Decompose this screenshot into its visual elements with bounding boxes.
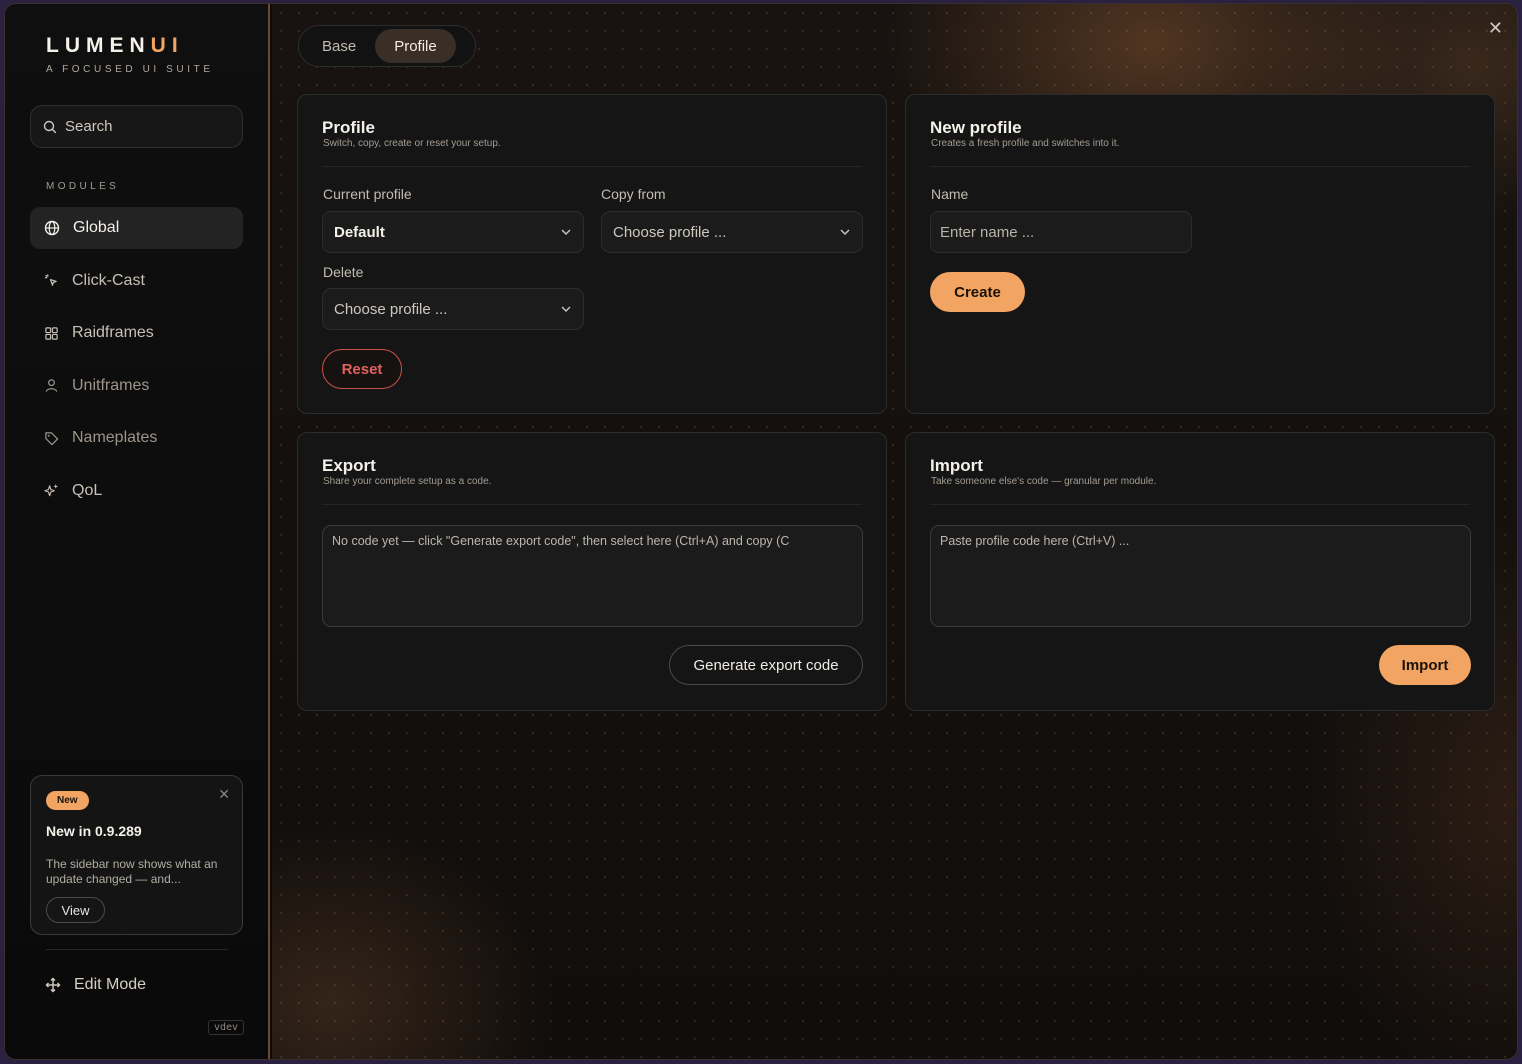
sidebar-divider bbox=[46, 949, 228, 950]
brand-name: LUMEN bbox=[46, 34, 151, 57]
edit-mode-label: Edit Mode bbox=[74, 976, 147, 993]
whats-new-card: New ✕ New in 0.9.289 The sidebar now sho… bbox=[30, 775, 243, 935]
user-icon bbox=[45, 379, 58, 392]
sidebar-item-label: Global bbox=[73, 219, 120, 236]
version-badge: vdev bbox=[208, 1020, 245, 1035]
search-icon bbox=[43, 120, 57, 133]
sidebar: LUMENUI A FOCUSED UI SUITE Search MODULE… bbox=[5, 4, 270, 1059]
close-window-icon[interactable]: ✕ bbox=[1488, 18, 1503, 39]
card-subtitle: Share your complete setup as a code. bbox=[323, 476, 492, 487]
card-title: Export bbox=[322, 456, 376, 475]
sidebar-item-qol[interactable]: QoL bbox=[30, 470, 243, 512]
chevron-down-icon bbox=[561, 306, 571, 312]
brand-title: LUMENUI bbox=[46, 34, 214, 58]
sidebar-item-unitframes[interactable]: Unitframes bbox=[30, 365, 243, 407]
new-profile-card: New profile Creates a fresh profile and … bbox=[905, 94, 1495, 414]
card-subtitle: Creates a fresh profile and switches int… bbox=[931, 138, 1120, 149]
app-window: LUMENUI A FOCUSED UI SUITE Search MODULE… bbox=[4, 3, 1518, 1060]
create-button[interactable]: Create bbox=[930, 272, 1025, 312]
globe-icon bbox=[44, 220, 60, 236]
export-card: Export Share your complete setup as a co… bbox=[297, 432, 887, 711]
delete-profile-select[interactable]: Choose profile ... bbox=[322, 288, 584, 330]
sidebar-item-label: Unitframes bbox=[72, 376, 150, 394]
sidebar-item-label: Raidframes bbox=[72, 324, 154, 341]
news-text: The sidebar now shows what an update cha… bbox=[46, 857, 218, 886]
card-title: New profile bbox=[930, 118, 1022, 137]
chevron-down-icon bbox=[561, 229, 571, 235]
copy-from-select[interactable]: Choose profile ... bbox=[601, 211, 863, 253]
modules-section-label: MODULES bbox=[46, 181, 120, 192]
generate-export-code-button[interactable]: Generate export code bbox=[669, 645, 863, 685]
sidebar-item-label: QoL bbox=[72, 481, 103, 499]
card-divider bbox=[322, 504, 862, 505]
card-divider bbox=[930, 504, 1470, 505]
copy-from-label: Copy from bbox=[601, 186, 666, 202]
edit-mode-button[interactable]: Edit Mode bbox=[45, 976, 146, 994]
card-title: Import bbox=[930, 456, 983, 475]
grid-icon bbox=[45, 326, 58, 340]
sparkles-icon bbox=[44, 483, 59, 497]
sidebar-item-click-cast[interactable]: Click-Cast bbox=[30, 260, 243, 302]
sidebar-item-label: Nameplates bbox=[72, 429, 158, 446]
close-icon[interactable]: ✕ bbox=[218, 786, 230, 803]
tab-base[interactable]: Base bbox=[303, 29, 375, 63]
import-code-textarea[interactable]: Paste profile code here (Ctrl+V) ... bbox=[930, 525, 1471, 627]
current-profile-select[interactable]: Default bbox=[322, 211, 584, 253]
brand-tagline: A FOCUSED UI SUITE bbox=[46, 64, 214, 75]
search-placeholder: Search bbox=[65, 118, 113, 135]
import-button[interactable]: Import bbox=[1379, 645, 1471, 685]
news-title: New in 0.9.289 bbox=[46, 823, 142, 839]
profile-name-input[interactable]: Enter name ... bbox=[930, 211, 1192, 253]
tab-profile[interactable]: Profile bbox=[375, 29, 456, 63]
profile-card: Profile Switch, copy, create or reset yo… bbox=[297, 94, 887, 414]
sidebar-item-label: Click-Cast bbox=[72, 271, 145, 289]
brand: LUMENUI A FOCUSED UI SUITE bbox=[46, 34, 214, 75]
delete-label: Delete bbox=[323, 264, 364, 280]
name-label: Name bbox=[931, 186, 969, 202]
name-placeholder: Enter name ... bbox=[940, 223, 1035, 241]
card-subtitle: Take someone else's code — granular per … bbox=[931, 476, 1157, 487]
delete-placeholder: Choose profile ... bbox=[334, 300, 448, 318]
search-input[interactable]: Search bbox=[30, 105, 243, 148]
card-title: Profile bbox=[322, 118, 375, 137]
card-divider bbox=[322, 166, 862, 167]
import-card: Import Take someone else's code — granul… bbox=[905, 432, 1495, 711]
sidebar-item-nameplates[interactable]: Nameplates bbox=[30, 417, 243, 459]
copy-from-placeholder: Choose profile ... bbox=[613, 223, 727, 241]
chevron-down-icon bbox=[840, 229, 850, 235]
new-badge: New bbox=[46, 791, 89, 810]
export-code-textarea[interactable]: No code yet — click "Generate export cod… bbox=[322, 525, 863, 627]
brand-name-accent: UI bbox=[150, 34, 184, 57]
main-panel: ✕ Base Profile Profile Switch, copy, cre… bbox=[272, 4, 1517, 1059]
sparkle-cursor-icon bbox=[44, 274, 57, 286]
tag-icon bbox=[45, 431, 59, 445]
sidebar-item-global[interactable]: Global bbox=[30, 207, 243, 249]
reset-button[interactable]: Reset bbox=[322, 349, 402, 389]
current-profile-label: Current profile bbox=[323, 186, 412, 202]
card-subtitle: Switch, copy, create or reset your setup… bbox=[323, 138, 501, 149]
move-icon bbox=[45, 977, 61, 993]
current-profile-value: Default bbox=[334, 223, 385, 241]
module-nav: Global Click-Cast Raidframes Unitframes … bbox=[30, 207, 243, 522]
sidebar-item-raidframes[interactable]: Raidframes bbox=[30, 312, 243, 354]
view-button[interactable]: View bbox=[46, 897, 105, 923]
card-divider bbox=[930, 166, 1470, 167]
tab-bar: Base Profile bbox=[298, 25, 476, 67]
